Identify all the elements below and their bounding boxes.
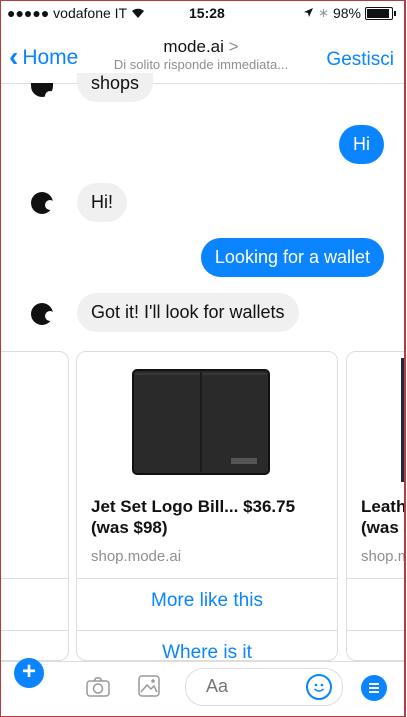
- card-divider: [347, 630, 404, 631]
- clock: 15:28: [189, 5, 225, 21]
- wifi-icon: [131, 5, 145, 21]
- product-card-partial-left[interactable]: [1, 351, 69, 661]
- back-label: Home: [22, 46, 79, 69]
- card-divider: [1, 630, 68, 631]
- message-input[interactable]: [204, 675, 298, 698]
- status-right: ∗ 98%: [303, 5, 396, 21]
- card-divider: [347, 578, 404, 579]
- messenger-screen: ●●●●● vodafone IT 15:28 ∗ 98% ‹ Home mod…: [0, 0, 406, 717]
- camera-icon[interactable]: [85, 674, 111, 700]
- product-image[interactable]: [347, 352, 404, 488]
- product-image[interactable]: [77, 352, 337, 488]
- gallery-icon[interactable]: [137, 674, 161, 698]
- emoji-icon[interactable]: [306, 674, 332, 700]
- manage-button[interactable]: Gestisci: [326, 49, 394, 71]
- message-bubble-outgoing: Hi: [339, 125, 384, 164]
- battery-icon: [365, 6, 393, 20]
- response-time-subtitle: Di solito risponde immediata...: [113, 57, 289, 72]
- back-button[interactable]: ‹ Home: [9, 41, 79, 72]
- location-icon: [303, 5, 314, 21]
- card-divider: [77, 630, 337, 631]
- product-card-partial-right[interactable]: Leath (was $ shop.m: [346, 351, 406, 661]
- chevron-left-icon: ‹: [9, 41, 19, 72]
- title-text: mode.ai: [163, 37, 224, 56]
- page-title: mode.ai >: [101, 37, 301, 57]
- message-bubble-outgoing: Looking for a wallet: [200, 238, 384, 277]
- product-card[interactable]: Jet Set Logo Bill... $36.75 (was $98) sh…: [76, 351, 338, 661]
- conversation-title[interactable]: mode.ai > Di solito risponde immediata..…: [101, 37, 301, 72]
- more-like-this-button[interactable]: More like this: [77, 590, 337, 612]
- bot-avatar: [31, 83, 55, 101]
- nav-bar: ‹ Home mode.ai > Di solito risponde imme…: [1, 31, 404, 84]
- bot-avatar: [31, 192, 55, 214]
- battery-nub: [394, 10, 396, 16]
- product-image-partial: [401, 358, 404, 482]
- carrier-label: ●●●●● vodafone IT: [7, 5, 145, 21]
- product-title-line1: Leath: [361, 497, 406, 516]
- message-bubble-incoming: shops: [77, 73, 154, 102]
- message-input-container[interactable]: [185, 668, 343, 706]
- card-divider: [77, 578, 337, 579]
- chevron-right-icon: >: [228, 37, 239, 56]
- product-title-line1: Jet Set Logo Bill... $36.75: [91, 497, 296, 516]
- message-bubble-incoming: Got it! I'll look for wallets: [77, 293, 299, 332]
- message-bubble-incoming: Hi!: [77, 183, 127, 222]
- product-title-line2: (was $: [361, 518, 404, 537]
- where-is-it-button[interactable]: Where is it: [77, 642, 337, 660]
- product-domain: shop.m: [361, 548, 406, 565]
- menu-icon[interactable]: [361, 675, 387, 701]
- product-title-line2: (was $98): [91, 518, 168, 537]
- carrier-text: ●●●●● vodafone IT: [7, 5, 127, 21]
- battery-percent: 98%: [332, 5, 361, 21]
- bluetooth-icon: ∗: [318, 5, 329, 20]
- wallet-image: [132, 369, 270, 475]
- bot-avatar: [31, 303, 55, 325]
- product-title: Leath (was $: [361, 496, 406, 538]
- plus-button[interactable]: +: [14, 658, 44, 688]
- status-bar: ●●●●● vodafone IT 15:28 ∗ 98%: [1, 1, 404, 25]
- product-carousel[interactable]: Jet Set Logo Bill... $36.75 (was $98) sh…: [1, 351, 406, 661]
- composer-bar: +: [1, 658, 404, 716]
- product-domain: shop.mode.ai: [91, 548, 182, 565]
- card-divider: [1, 578, 68, 579]
- product-title: Jet Set Logo Bill... $36.75 (was $98): [91, 496, 337, 538]
